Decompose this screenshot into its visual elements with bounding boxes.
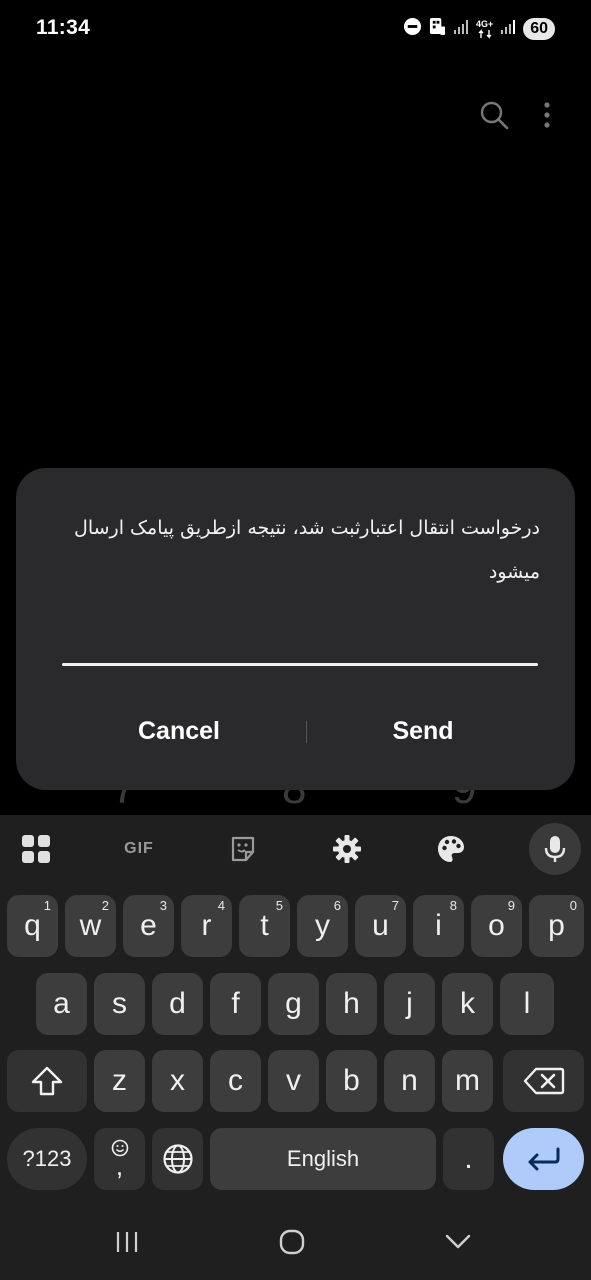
network-4g-icon: 4G+ [475,18,494,39]
digit-8: 8 [282,790,306,814]
key-b[interactable]: b [326,1050,377,1112]
gif-button[interactable]: GIF [113,825,165,873]
keyboard-toolbar: GIF [0,815,591,885]
period-key[interactable]: . [443,1128,494,1190]
digit-9: 9 [452,790,476,814]
key-h[interactable]: h [326,973,377,1035]
key-q[interactable]: q1 [7,895,58,957]
key-t[interactable]: t5 [239,895,290,957]
key-j[interactable]: j [384,973,435,1035]
key-a[interactable]: a [36,973,87,1035]
more-vert-icon[interactable] [543,101,551,134]
palette-icon[interactable] [425,825,477,873]
key-w[interactable]: w2 [65,895,116,957]
key-s[interactable]: s [94,973,145,1035]
ussd-dialog: درخواست انتقال اعتبارثبت شد، نتیجه ازطری… [16,468,575,790]
key-o[interactable]: o9 [471,895,522,957]
status-time: 11:34 [36,16,91,39]
gif-label: GIF [124,840,154,857]
key-f[interactable]: f [210,973,261,1035]
key-l[interactable]: l [500,973,554,1035]
key-v[interactable]: v [268,1050,319,1112]
enter-icon[interactable] [503,1128,584,1190]
globe-icon[interactable] [152,1128,203,1190]
grid-icon[interactable] [10,825,62,873]
status-icons: 4G+ 60 [403,16,555,42]
network-label: 4G+ [475,18,494,29]
key-p[interactable]: p0 [529,895,584,957]
battery-icon: 60 [523,18,555,40]
key-n[interactable]: n [384,1050,435,1112]
key-y[interactable]: y6 [297,895,348,957]
space-key[interactable]: English [210,1128,436,1190]
key-g[interactable]: g [268,973,319,1035]
data-saver-icon [429,17,446,41]
reply-input[interactable] [62,663,538,666]
mic-icon[interactable] [529,823,581,875]
comma-label: , [115,1151,124,1181]
key-x[interactable]: x [152,1050,203,1112]
key-r[interactable]: r4 [181,895,232,957]
emoji-comma-key[interactable]: , [94,1128,145,1190]
signal-icon [500,19,516,40]
key-u[interactable]: u7 [355,895,406,957]
key-d[interactable]: d [152,973,203,1035]
backspace-icon[interactable] [503,1050,584,1112]
button-divider [306,721,307,743]
navigation-bar [0,1200,591,1280]
key-i[interactable]: i8 [413,895,464,957]
key-m[interactable]: m [442,1050,493,1112]
cancel-button[interactable]: Cancel [79,708,279,754]
key-k[interactable]: k [442,973,493,1035]
symbols-key[interactable]: ?123 [7,1128,87,1190]
key-e[interactable]: e3 [123,895,174,957]
key-c[interactable]: c [210,1050,261,1112]
top-actions [479,100,551,135]
do-not-disturb-icon [403,17,422,41]
sticker-icon[interactable] [217,825,269,873]
back-icon[interactable] [428,1220,488,1264]
background-digits: 7 8 9 [0,790,591,814]
dialog-message: درخواست انتقال اعتبارثبت شد، نتیجه ازطری… [74,517,540,583]
status-bar: 11:34 4G+ 60 [0,0,591,58]
shift-icon[interactable] [7,1050,87,1112]
home-icon[interactable] [262,1220,322,1264]
digit-7: 7 [112,790,136,814]
send-button[interactable]: Send [323,708,523,754]
signal-icon [453,19,469,40]
recents-icon[interactable] [97,1220,157,1264]
key-z[interactable]: z [94,1050,145,1112]
gear-icon[interactable] [321,825,373,873]
search-icon[interactable] [479,100,509,135]
